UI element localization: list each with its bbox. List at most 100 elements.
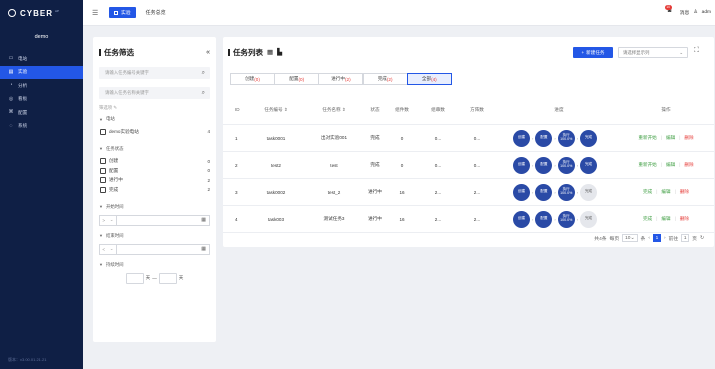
- flow-node[interactable]: 创建: [513, 183, 530, 201]
- table-view-icon[interactable]: ▦: [267, 48, 273, 56]
- end-time-input[interactable]: ▦: [117, 243, 210, 255]
- calendar-icon[interactable]: ▦: [201, 217, 206, 223]
- page-current[interactable]: 1: [652, 234, 661, 242]
- tab-task-overview[interactable]: 任务总览: [146, 9, 166, 16]
- table-row[interactable]: 1 task0001 出对实验001 完成 0 0... 0... 创建 › 配置 › 执行 100.…: [223, 125, 714, 152]
- table-row[interactable]: 4 task003 测试任务3 进行中 16 2... 2... 创建 › 配置 › 执行 100.0…: [223, 206, 714, 233]
- flow-node[interactable]: 完成: [580, 156, 598, 174]
- tab-all[interactable]: 全部 (4): [406, 73, 452, 85]
- search-code-input[interactable]: 请输入任务编号关键字 ⌕: [99, 67, 210, 79]
- next-page-icon[interactable]: ›: [664, 236, 666, 241]
- status-option[interactable]: 配置 0: [99, 166, 210, 176]
- table-row[interactable]: 2 test2 test 完成 0 0... 0... 创建 › 配置 › 执行 100.0% › 完成重…: [223, 152, 714, 179]
- status-option[interactable]: 进行中 2: [99, 176, 210, 186]
- flow-node[interactable]: 完成: [580, 210, 598, 228]
- status-option[interactable]: 完成 2: [99, 185, 210, 195]
- page-size-select[interactable]: 10 ⌄: [622, 234, 638, 242]
- flow-node[interactable]: 完成: [580, 183, 598, 201]
- checkbox[interactable]: [100, 158, 106, 165]
- search-name-input[interactable]: 请输入任务名称关键字 ⌕: [99, 87, 210, 99]
- menu-toggle-icon[interactable]: ☰: [92, 9, 100, 17]
- status-option[interactable]: 创建 0: [99, 157, 210, 167]
- user-name[interactable]: adm: [702, 10, 711, 15]
- search-icon[interactable]: ⌕: [202, 90, 205, 97]
- new-task-button[interactable]: + 新建任务: [573, 47, 613, 58]
- column-select[interactable]: 请选择显示列 ⌄: [618, 47, 688, 58]
- status-section-toggle[interactable]: ▼ 任务状态: [99, 146, 210, 152]
- tab-running[interactable]: 进行中 (2): [318, 73, 364, 85]
- row-action-link[interactable]: 完成: [643, 189, 652, 195]
- sidebar-item-system[interactable]: ◌ 系统: [0, 120, 83, 134]
- sidebar-item-experiment[interactable]: ▤ 实验: [0, 65, 83, 79]
- collapse-icon[interactable]: «: [206, 49, 210, 56]
- tab-done[interactable]: 完成 (2): [362, 73, 408, 85]
- station-section-toggle[interactable]: ▼ 电站: [99, 116, 210, 122]
- duration-min-input[interactable]: [125, 272, 144, 284]
- tab-label: 实验: [121, 11, 131, 16]
- cell-pieces: 0...: [473, 135, 481, 141]
- start-time-section-toggle[interactable]: ▼ 开始时间: [99, 204, 210, 210]
- flow-node[interactable]: 创建: [513, 129, 530, 147]
- flow-node[interactable]: 执行 100.0%: [557, 156, 575, 174]
- duration-section-toggle[interactable]: ▼ 持续时间: [99, 262, 210, 268]
- sidebar-item-station[interactable]: ▭ 电站: [0, 52, 83, 66]
- sidebar-item-board[interactable]: ◎ 看板: [0, 93, 83, 107]
- goto-page-input[interactable]: 1: [681, 234, 690, 242]
- sidebar-item-analysis[interactable]: ◔ 分析: [0, 79, 83, 93]
- row-action-link[interactable]: 编辑: [666, 162, 675, 168]
- flow-node[interactable]: 完成: [580, 129, 598, 147]
- checkbox[interactable]: [100, 167, 106, 174]
- flow-node[interactable]: 执行 100.0%: [557, 183, 575, 201]
- flow-node[interactable]: 配置: [535, 183, 553, 201]
- row-action-link[interactable]: 删除: [684, 162, 693, 168]
- search-icon[interactable]: ⌕: [202, 70, 205, 77]
- chart-view-icon[interactable]: ▙: [277, 48, 282, 56]
- user-icon[interactable]: ♙: [693, 10, 697, 15]
- row-action-link[interactable]: 编辑: [661, 216, 670, 222]
- flow-node[interactable]: 执行 100.0%: [557, 129, 575, 147]
- arrow-right-icon: ›: [576, 162, 579, 168]
- flow-node[interactable]: 配置: [535, 210, 553, 228]
- refresh-icon[interactable]: ↻: [700, 236, 704, 241]
- chart-icon: ◔: [9, 82, 13, 89]
- row-action-link[interactable]: 重新开始: [638, 162, 656, 168]
- flow-node[interactable]: 创建: [513, 156, 530, 174]
- start-time-operator-select[interactable]: > ⌄: [99, 214, 117, 226]
- fullscreen-icon[interactable]: ⛶: [694, 47, 699, 55]
- notification-label[interactable]: 消息: [680, 9, 690, 16]
- start-time-input[interactable]: ▦: [117, 214, 210, 226]
- cell-status: 进行中: [368, 189, 382, 194]
- checkbox[interactable]: [100, 186, 106, 193]
- notification-bell-icon[interactable]: 10 ◙: [664, 5, 676, 16]
- end-time-operator-select[interactable]: < ⌄: [99, 243, 117, 255]
- col-code[interactable]: 任务编号 ⇕: [253, 107, 299, 113]
- flow-node[interactable]: 创建: [513, 210, 530, 228]
- station-option[interactable]: demo实验电站 4: [99, 127, 210, 137]
- plus-icon: +: [581, 50, 585, 55]
- row-action-link[interactable]: 删除: [684, 135, 693, 141]
- notification-badge: 10: [664, 5, 672, 10]
- row-action-link[interactable]: 编辑: [666, 135, 675, 141]
- flow-node[interactable]: 执行 100.0%: [557, 210, 575, 228]
- tab-created[interactable]: 创建 (0): [230, 73, 275, 85]
- end-time-section-toggle[interactable]: ▼ 结束时间: [99, 233, 210, 239]
- table-row[interactable]: 3 task0002 test_2 进行中 16 2... 2... 创建 › 配置 › 执行 100…: [223, 179, 714, 206]
- tab-configured[interactable]: 配置 (0): [274, 73, 320, 85]
- calendar-icon[interactable]: ▦: [201, 246, 206, 252]
- sidebar-item-config[interactable]: ⌘ 配置: [0, 106, 83, 120]
- col-name[interactable]: 任务名称 ⇕: [308, 107, 360, 113]
- tab-experiment[interactable]: 实验: [109, 7, 136, 18]
- row-action-link[interactable]: 完成: [643, 216, 652, 222]
- row-action-link[interactable]: 删除: [680, 189, 689, 195]
- row-action-link[interactable]: 删除: [680, 216, 689, 222]
- checkbox[interactable]: [100, 177, 106, 184]
- checkbox[interactable]: [100, 128, 106, 135]
- condition-label: 筛选项 ✎: [99, 105, 118, 110]
- prev-page-icon[interactable]: ‹: [648, 236, 650, 241]
- flow-node[interactable]: 配置: [535, 129, 553, 147]
- duration-max-input[interactable]: [158, 272, 177, 284]
- option-count: 2: [207, 187, 210, 193]
- row-action-link[interactable]: 重新开始: [638, 135, 656, 141]
- flow-node[interactable]: 配置: [535, 156, 553, 174]
- row-action-link[interactable]: 编辑: [661, 189, 670, 195]
